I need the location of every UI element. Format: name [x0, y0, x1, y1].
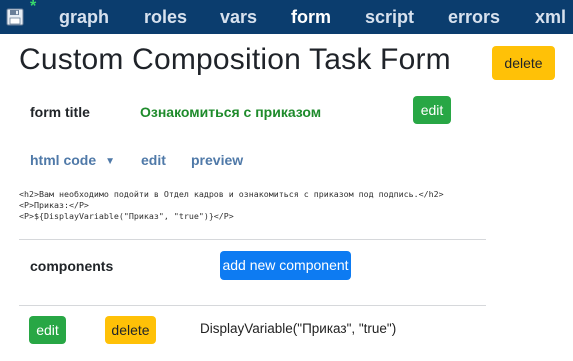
floppy-disk-icon[interactable] — [6, 8, 24, 26]
html-code-label: html code — [30, 152, 97, 168]
components-label: components — [30, 258, 114, 274]
top-nav-bar: * graph roles vars form script errors xm… — [0, 0, 573, 34]
html-code-dropdown[interactable]: html code ▼ — [30, 152, 115, 168]
chevron-down-icon: ▼ — [105, 156, 116, 167]
page-title: Custom Composition Task Form — [19, 43, 451, 76]
html-code-line: <P>Приказ:</P> — [19, 200, 89, 210]
form-title-label: form title — [30, 104, 90, 120]
nav-tab-vars[interactable]: vars — [220, 6, 257, 28]
divider — [19, 239, 486, 240]
edit-html-link[interactable]: edit — [141, 152, 166, 168]
edit-form-title-button[interactable]: edit — [413, 96, 451, 124]
nav-tab-errors[interactable]: errors — [448, 6, 500, 28]
nav-tab-xml[interactable]: xml — [535, 6, 566, 28]
nav-tab-graph[interactable]: graph — [59, 6, 109, 28]
preview-html-link[interactable]: preview — [191, 152, 243, 168]
nav-tab-script[interactable]: script — [365, 6, 414, 28]
nav-tab-form[interactable]: form — [291, 6, 331, 28]
add-component-button[interactable]: add new component — [220, 251, 351, 280]
html-code-line: <P>${DisplayVariable("Приказ", "true")}<… — [19, 211, 234, 221]
edit-component-button[interactable]: edit — [29, 316, 66, 344]
unsaved-indicator: * — [30, 0, 37, 15]
delete-component-button[interactable]: delete — [105, 316, 156, 344]
html-code-line: <h2>Вам необходимо подойти в Отдел кадро… — [19, 189, 444, 199]
divider — [19, 305, 486, 306]
form-title-value: Ознакомиться с приказом — [140, 104, 322, 120]
delete-form-button[interactable]: delete — [492, 46, 555, 80]
nav-tab-roles[interactable]: roles — [144, 6, 187, 28]
component-expression: DisplayVariable("Приказ", "true") — [200, 321, 397, 336]
